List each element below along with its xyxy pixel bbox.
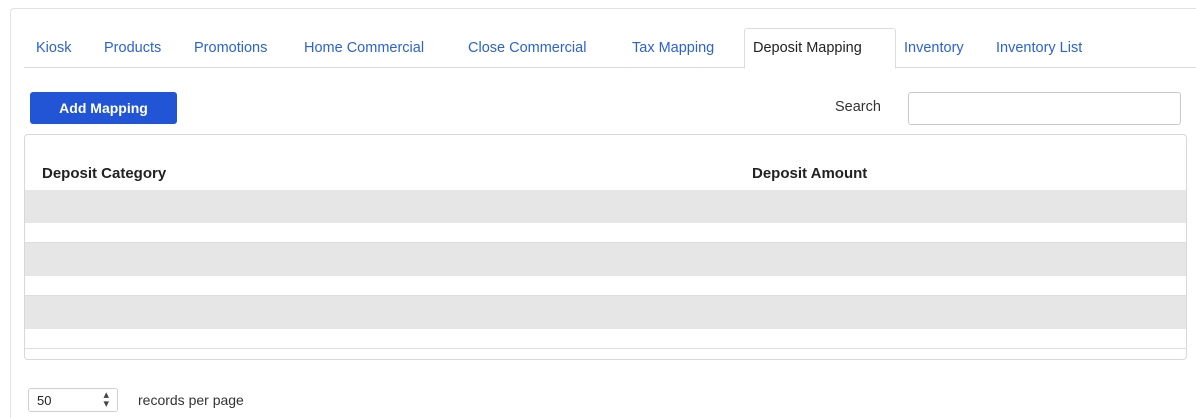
records-per-page-label: records per page (138, 392, 244, 408)
tab-home-commercial[interactable]: Home Commercial (304, 28, 424, 68)
tab-promotions[interactable]: Promotions (194, 28, 267, 68)
table-row (25, 276, 1186, 296)
table-body (25, 190, 1186, 349)
tab-tax-mapping[interactable]: Tax Mapping (632, 28, 714, 68)
column-header-deposit-category[interactable]: Deposit Category (42, 165, 166, 182)
add-mapping-button[interactable]: Add Mapping (30, 92, 177, 124)
tab-inventory-list[interactable]: Inventory List (996, 28, 1082, 68)
table-row (25, 190, 1186, 223)
tab-close-commercial[interactable]: Close Commercial (468, 28, 586, 68)
tab-kiosk[interactable]: Kiosk (36, 28, 71, 68)
search-label: Search (835, 99, 881, 115)
tab-bar: Kiosk Products Promotions Home Commercia… (24, 28, 1196, 69)
deposit-mapping-table: Deposit Category Deposit Amount (24, 134, 1187, 360)
table-row (25, 243, 1186, 276)
tab-deposit-mapping[interactable]: Deposit Mapping (744, 28, 896, 69)
page-size-select[interactable]: 50 ▴ ▾ (28, 388, 118, 412)
search-input[interactable] (908, 92, 1181, 125)
tab-inventory[interactable]: Inventory (904, 28, 964, 68)
table-row (25, 329, 1186, 349)
page-size-value: 50 (37, 393, 52, 408)
table-row (25, 223, 1186, 243)
tab-products[interactable]: Products (104, 28, 161, 68)
select-arrows-icon: ▴ ▾ (103, 389, 109, 410)
table-row (25, 296, 1186, 329)
column-header-deposit-amount[interactable]: Deposit Amount (752, 165, 867, 182)
